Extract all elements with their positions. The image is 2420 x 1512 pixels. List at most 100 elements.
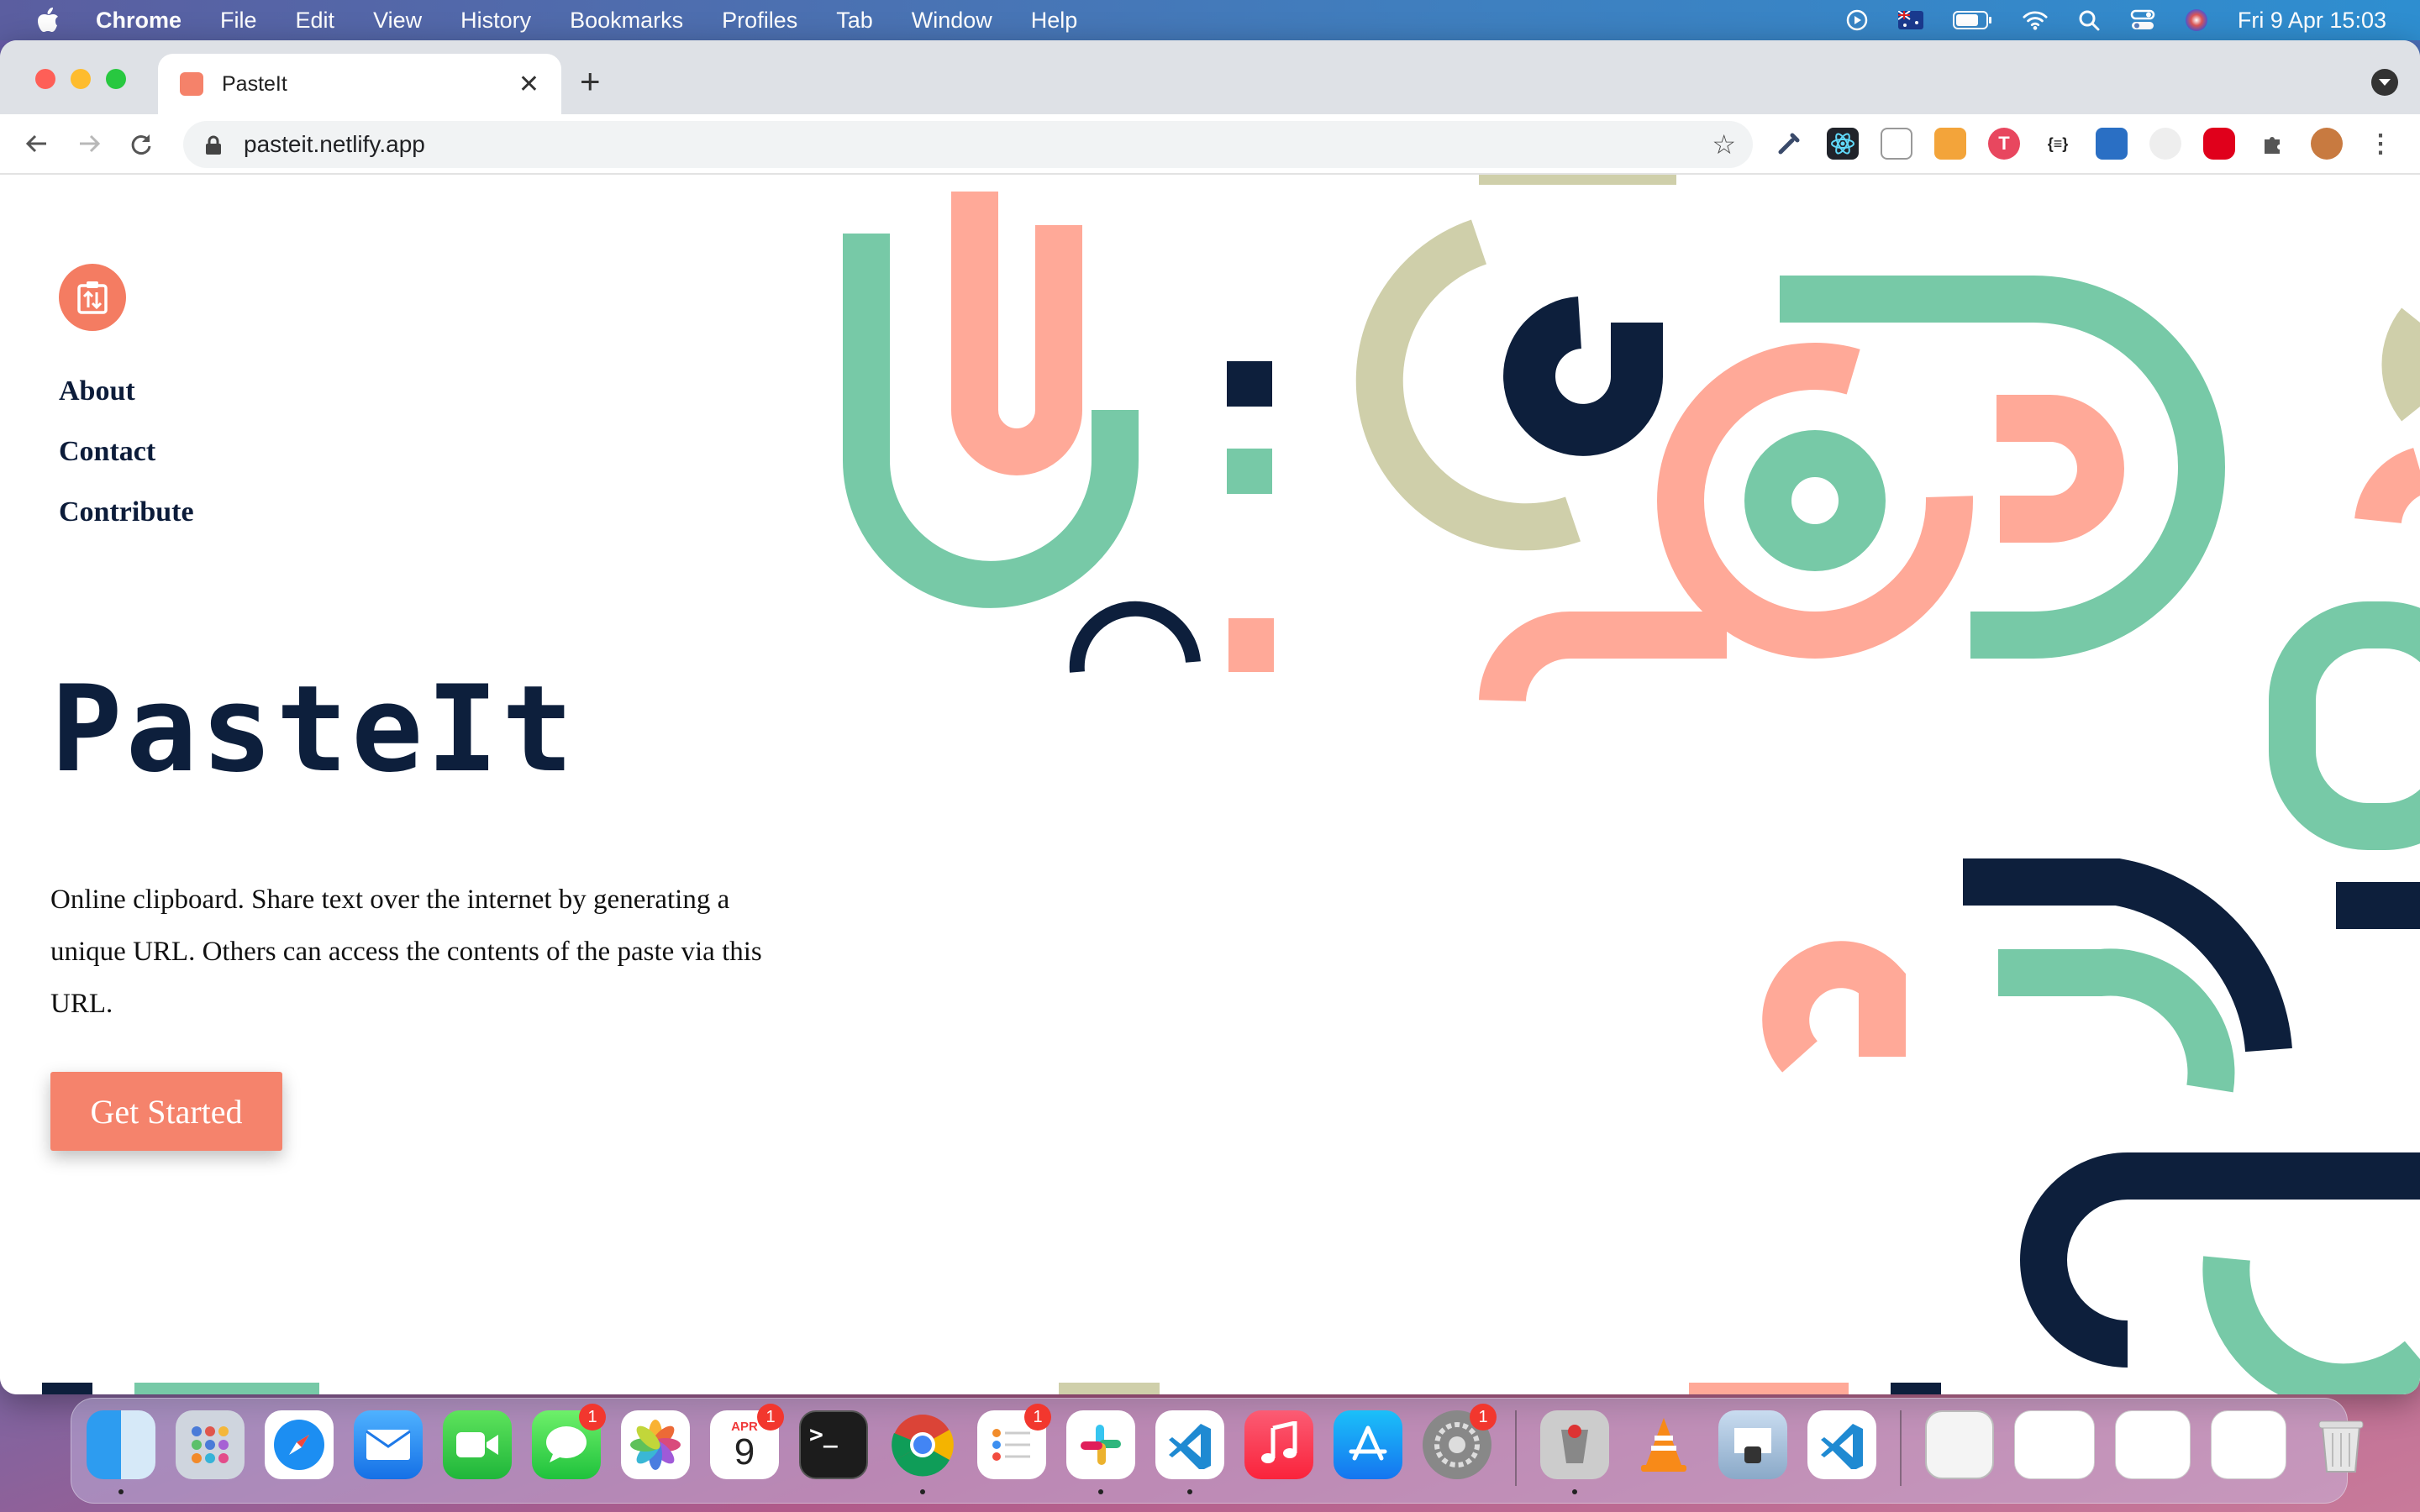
music-icon[interactable]: [1244, 1410, 1313, 1479]
zoom-window-button[interactable]: [106, 69, 126, 89]
vscode-icon[interactable]: [1155, 1410, 1224, 1494]
menu-app-name[interactable]: Chrome: [96, 8, 182, 34]
preview-icon[interactable]: [1718, 1410, 1787, 1479]
browser-toolbar: pasteit.netlify.app ☆ T {≡} ⋮: [0, 114, 2420, 175]
photos-icon[interactable]: [621, 1410, 690, 1479]
chrome-icon[interactable]: [888, 1410, 957, 1494]
browser-window: PasteIt ✕ + pasteit.netlify.app ☆ T {≡} …: [0, 40, 2420, 1394]
deco-bottom-salmon: [1689, 1383, 1849, 1394]
australia-flag-icon[interactable]: [1897, 8, 1923, 33]
deco-green-capsule: [2269, 601, 2420, 850]
deco-navy-square: [1227, 361, 1272, 407]
json-viewer-extension-icon[interactable]: {≡}: [2042, 128, 2074, 160]
control-center-icon[interactable]: [2130, 8, 2155, 33]
wifi-icon[interactable]: [2023, 8, 2048, 33]
nav-contact-link[interactable]: Contact: [59, 435, 194, 469]
mail-icon[interactable]: [354, 1410, 423, 1479]
food-bowl-extension-icon[interactable]: [1934, 128, 1966, 160]
nav-about-link[interactable]: About: [59, 375, 194, 408]
vscode-2-icon[interactable]: [1807, 1410, 1876, 1479]
window-controls: [35, 69, 126, 89]
menu-profiles[interactable]: Profiles: [722, 8, 797, 34]
messages-icon[interactable]: 1: [532, 1404, 606, 1479]
close-window-button[interactable]: [35, 69, 55, 89]
running-indicator: [118, 1489, 124, 1494]
slack-icon[interactable]: [1066, 1410, 1135, 1494]
reminders-icon[interactable]: 1: [977, 1404, 1051, 1479]
hero-title: PasteIt: [50, 660, 577, 799]
running-indicator: [1187, 1489, 1192, 1494]
deco-green-arc: [843, 234, 1139, 608]
deco-bottom-green: [134, 1383, 319, 1394]
vlc-icon[interactable]: [1629, 1410, 1698, 1479]
app-store-icon[interactable]: [1334, 1410, 1402, 1479]
lock-icon[interactable]: [205, 135, 222, 155]
calendar-day: 9: [734, 1431, 755, 1473]
play-icon[interactable]: [1844, 8, 1870, 33]
system-preferences-icon[interactable]: 1: [1423, 1404, 1497, 1479]
forward-icon[interactable]: [74, 129, 104, 159]
deco-salmon-hook: [1479, 612, 1727, 702]
recent-window-thumbnail-3[interactable]: [2211, 1410, 2286, 1479]
new-tab-icon[interactable]: +: [580, 64, 601, 99]
menu-view[interactable]: View: [373, 8, 422, 34]
adblock-extension-icon[interactable]: [2203, 128, 2235, 160]
trash-icon[interactable]: [2307, 1410, 2375, 1479]
transmission-icon[interactable]: [1540, 1410, 1609, 1494]
bookmark-star-icon[interactable]: ☆: [1712, 131, 1736, 158]
back-icon[interactable]: [22, 129, 52, 159]
downloads-stack-icon[interactable]: [1925, 1410, 1994, 1479]
more-menu-icon[interactable]: ⋮: [2365, 128, 2396, 160]
nav-contribute-link[interactable]: Contribute: [59, 496, 194, 529]
terminal-icon[interactable]: >_: [799, 1410, 868, 1479]
calendar-icon[interactable]: APR 9 1: [710, 1404, 784, 1479]
recent-window-thumbnail-2[interactable]: [2115, 1410, 2191, 1479]
puzzle-extensions-icon[interactable]: [2257, 128, 2289, 160]
spotlight-search-icon[interactable]: [2076, 8, 2102, 33]
react-devtools-extension-icon[interactable]: [1827, 128, 1859, 160]
get-started-button[interactable]: Get Started: [50, 1072, 282, 1151]
menu-edit[interactable]: Edit: [296, 8, 335, 34]
siri-icon[interactable]: [2184, 8, 2209, 33]
reload-icon[interactable]: [126, 129, 156, 159]
deco-bottom-navy: [42, 1383, 92, 1394]
tab-strip: PasteIt ✕ +: [0, 40, 2420, 114]
deco-salmon-ring: [1657, 343, 1973, 659]
menu-file[interactable]: File: [220, 8, 257, 34]
document-extension-icon[interactable]: [1881, 128, 1912, 160]
color-picker-extension-icon[interactable]: [1773, 128, 1805, 160]
recent-window-thumbnail-1[interactable]: [2014, 1410, 2095, 1479]
profile-avatar[interactable]: [2311, 128, 2343, 160]
deco-navy-bottom: [2020, 1152, 2420, 1368]
menu-clock[interactable]: Fri 9 Apr 15:03: [2238, 8, 2386, 34]
todoist-extension-icon[interactable]: T: [1988, 128, 2020, 160]
menu-bar: Chrome File Edit View History Bookmarks …: [0, 0, 2420, 40]
deco-green-square: [1227, 449, 1272, 494]
menu-bookmarks[interactable]: Bookmarks: [570, 8, 683, 34]
deco-navy-bar: [2336, 882, 2420, 929]
pasteit-logo[interactable]: [59, 264, 126, 331]
apple-icon[interactable]: [35, 7, 60, 34]
site-nav: About Contact Contribute: [59, 375, 194, 556]
screenshot-extension-icon[interactable]: [2149, 128, 2181, 160]
finder-icon[interactable]: [87, 1410, 155, 1494]
tab-pasteit[interactable]: PasteIt ✕: [158, 54, 561, 114]
calendar-badge: 1: [757, 1404, 784, 1431]
menu-history[interactable]: History: [460, 8, 531, 34]
facetime-icon[interactable]: [443, 1410, 512, 1479]
menu-window[interactable]: Window: [912, 8, 992, 34]
url-text: pasteit.netlify.app: [244, 131, 425, 157]
layers-extension-icon[interactable]: [2096, 128, 2128, 160]
launchpad-icon[interactable]: [176, 1410, 245, 1479]
deco-salmon-d: [1996, 395, 2124, 543]
menu-tab[interactable]: Tab: [836, 8, 873, 34]
close-tab-icon[interactable]: ✕: [518, 70, 539, 99]
battery-icon[interactable]: [1952, 8, 1994, 33]
address-bar[interactable]: pasteit.netlify.app ☆: [183, 121, 1753, 168]
safari-icon[interactable]: [265, 1410, 334, 1479]
minimize-window-button[interactable]: [71, 69, 91, 89]
deco-green-bottom: [2202, 1256, 2420, 1394]
tab-search-icon[interactable]: [2371, 69, 2398, 96]
menu-help[interactable]: Help: [1031, 8, 1078, 34]
deco-salmon-edge: [2354, 448, 2420, 525]
